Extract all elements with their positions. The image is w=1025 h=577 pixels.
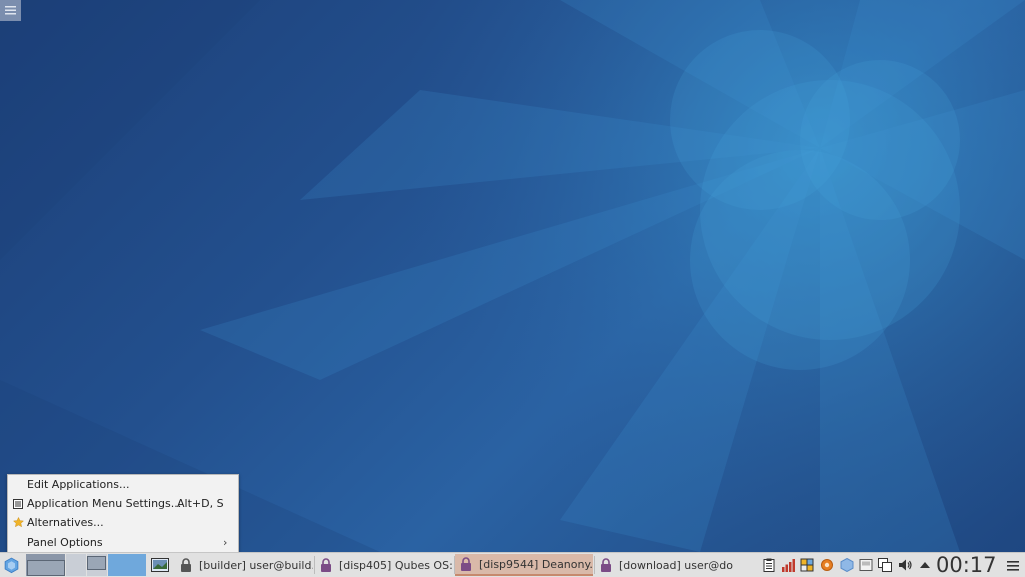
menu-item-label: Application Menu Settings... [27, 497, 182, 510]
task-disp405[interactable]: [disp405] Qubes OS:... [315, 554, 453, 576]
hamburger-menu-icon[interactable] [1006, 559, 1020, 573]
task-disp9544[interactable]: [disp9544] Deanony... [455, 554, 593, 576]
qubes-logo-icon [4, 557, 19, 573]
lock-icon [461, 557, 471, 571]
task-builder[interactable]: [builder] user@build... [175, 554, 313, 576]
menu-item-panel-options[interactable]: Panel Options › [8, 533, 238, 552]
network-signal-icon[interactable] [781, 558, 795, 572]
settings-list-icon [12, 498, 24, 510]
desktop-menu-button[interactable] [0, 0, 21, 21]
context-menu: Edit Applications... Application Menu Se… [7, 474, 239, 553]
volume-icon[interactable] [898, 558, 912, 572]
lock-icon [321, 558, 331, 572]
devices-icon[interactable] [859, 558, 873, 572]
workspace-switcher [26, 554, 146, 576]
star-icon [12, 517, 24, 529]
menu-item-application-menu-settings[interactable]: Application Menu Settings... Alt+D, S [8, 494, 238, 513]
show-desktop-icon [151, 558, 169, 572]
task-label: [download] user@do... [619, 558, 733, 572]
menu-item-alternatives[interactable]: Alternatives... [8, 513, 238, 532]
task-label: [builder] user@build... [199, 558, 313, 572]
workspace-3[interactable] [87, 554, 107, 576]
clock[interactable]: 00:17 [936, 553, 997, 577]
menu-item-accelerator: Alt+D, S [177, 497, 224, 510]
task-download[interactable]: [download] user@do... [595, 554, 733, 576]
menu-item-label: Alternatives... [27, 516, 104, 529]
task-label: [disp9544] Deanony... [479, 557, 593, 571]
qubes-menu-button[interactable] [3, 553, 20, 577]
menu-item-label: Panel Options [27, 536, 103, 549]
show-desktop-button[interactable] [151, 553, 169, 577]
chevron-right-icon: › [223, 536, 228, 549]
taskbar: [builder] user@build... [disp405] Qubes … [0, 552, 1025, 577]
chevron-up-icon[interactable] [918, 558, 932, 572]
task-label: [disp405] Qubes OS:... [339, 558, 453, 572]
desktop-wallpaper [0, 0, 1025, 552]
menu-item-label: Edit Applications... [27, 478, 130, 491]
hamburger-menu-icon [5, 6, 16, 15]
updates-gear-icon[interactable] [820, 558, 834, 572]
workspace-2[interactable] [66, 554, 86, 576]
qubes-domains-icon[interactable] [840, 558, 854, 572]
lock-icon [601, 558, 611, 572]
lock-icon [181, 558, 191, 572]
workspace-1[interactable] [26, 554, 65, 576]
clipboard-icon[interactable] [762, 558, 776, 572]
workspace-4[interactable] [108, 554, 146, 576]
clipboard-copy-icon[interactable] [878, 558, 892, 572]
qube-manager-icon[interactable] [800, 558, 814, 572]
menu-item-edit-applications[interactable]: Edit Applications... [8, 475, 238, 494]
